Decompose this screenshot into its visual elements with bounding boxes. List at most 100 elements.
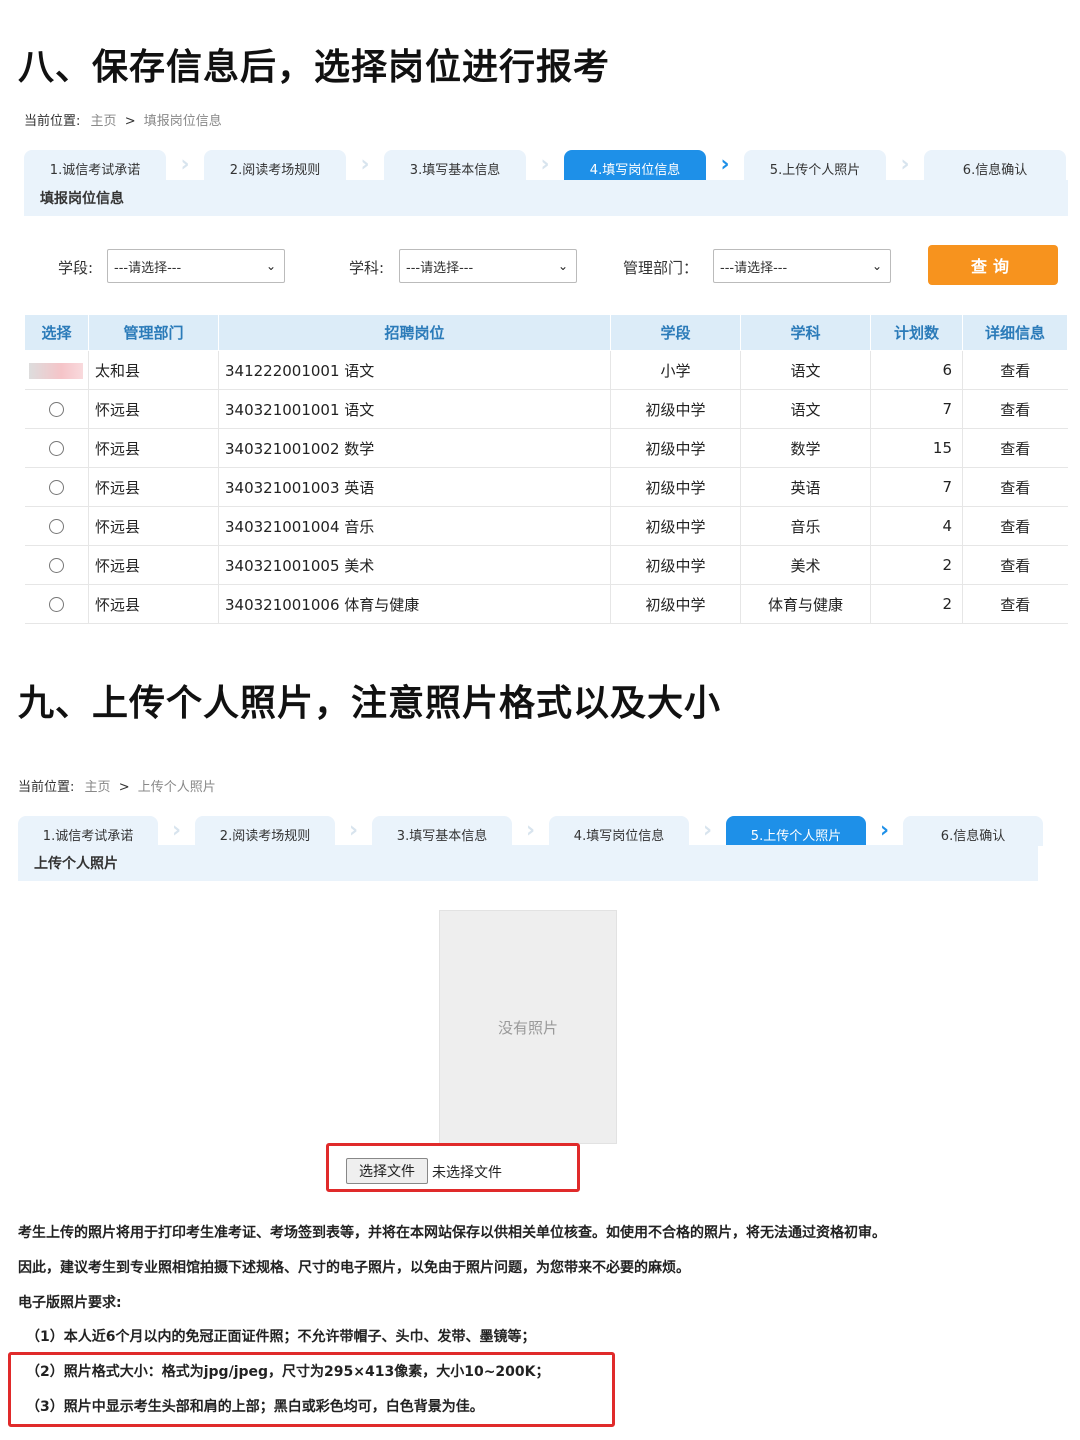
view-detail-link[interactable]: 查看 xyxy=(962,545,1068,585)
stage-select[interactable]: ---请选择--- ⌄ xyxy=(107,249,285,283)
breadcrumb-separator: > xyxy=(118,780,130,795)
panel-title: 上传个人照片 xyxy=(34,856,118,872)
position-cell: 340321001004 音乐 xyxy=(218,506,611,546)
requirements-highlight xyxy=(8,1352,615,1427)
table-header-row: 选择 管理部门 招聘岗位 学段 学科 计划数 详细信息 xyxy=(24,314,1068,351)
header-detail: 详细信息 xyxy=(962,314,1068,351)
subject-select-value: ---请选择--- xyxy=(406,260,474,276)
photo-preview: 没有照片 xyxy=(439,910,617,1144)
subject-label: 学科: xyxy=(349,259,385,277)
chevron-right-icon: › xyxy=(525,818,536,843)
header-select: 选择 xyxy=(24,314,89,351)
step-tab-4[interactable]: 4.填写岗位信息 xyxy=(549,816,689,846)
plan-count-cell: 15 xyxy=(870,428,963,468)
breadcrumb-label: 当前位置: xyxy=(18,780,75,795)
step-tab-3[interactable]: 3.填写基本信息 xyxy=(384,150,526,180)
breadcrumb-current: 填报岗位信息 xyxy=(143,114,222,129)
position-cell: 340321001005 美术 xyxy=(218,545,611,585)
view-detail-link[interactable]: 查看 xyxy=(962,584,1068,624)
step-tab-2[interactable]: 2.阅读考场规则 xyxy=(195,816,335,846)
chevron-down-icon: ⌄ xyxy=(265,259,276,273)
select-cell xyxy=(24,545,89,585)
subject-cell: 语文 xyxy=(740,389,871,429)
plan-count-cell: 7 xyxy=(870,467,963,507)
dept-cell: 怀远县 xyxy=(88,545,219,585)
chevron-right-icon: › xyxy=(348,818,359,843)
dept-cell: 怀远县 xyxy=(88,467,219,507)
row-radio[interactable] xyxy=(48,402,64,417)
choose-file-button[interactable]: 选择文件 xyxy=(346,1158,428,1184)
select-cell xyxy=(24,428,89,468)
view-detail-link[interactable]: 查看 xyxy=(962,350,1068,390)
requirement-1: （1）本人近6个月以内的免冠正面证件照；不允许带帽子、头巾、发带、墨镜等； xyxy=(26,1329,536,1345)
chevron-right-icon: › xyxy=(879,818,890,843)
step-nav: 1.诚信考试承诺 › 2.阅读考场规则 › 3.填写基本信息 › 4.填写岗位信息 › 5.上传… xyxy=(18,816,1043,846)
filter-bar: 学段: ---请选择--- ⌄ 学科: ---请选择--- ⌄ 管理部门： --… xyxy=(0,245,1080,287)
section9-heading: 九、上传个人照片，注意照片格式以及大小 xyxy=(18,683,722,724)
plan-count-cell: 2 xyxy=(870,545,963,585)
requirements-title: 电子版照片要求: xyxy=(18,1295,122,1311)
row-radio[interactable] xyxy=(48,519,64,534)
breadcrumb: 当前位置: 主页 > 填报岗位信息 xyxy=(24,110,222,129)
table-row: 怀远县 340321001006 体育与健康 初级中学 体育与健康 2 查看 xyxy=(24,584,1068,624)
dept-cell: 怀远县 xyxy=(88,428,219,468)
step-tab-6[interactable]: 6.信息确认 xyxy=(924,150,1066,180)
select-cell xyxy=(24,389,89,429)
view-detail-link[interactable]: 查看 xyxy=(962,506,1068,546)
table-row: 怀远县 340321001004 音乐 初级中学 音乐 4 查看 xyxy=(24,506,1068,546)
view-detail-link[interactable]: 查看 xyxy=(962,467,1068,507)
position-cell: 340321001006 体育与健康 xyxy=(218,584,611,624)
stage-cell: 初级中学 xyxy=(610,584,741,624)
chevron-right-icon: › xyxy=(360,152,370,177)
step-tab-3[interactable]: 3.填写基本信息 xyxy=(372,816,512,846)
step-tab-1[interactable]: 1.诚信考试承诺 xyxy=(18,816,158,846)
step-tab-5[interactable]: 5.上传个人照片 xyxy=(744,150,886,180)
table-row: 太和县 341222001001 语文 小学 语文 6 查看 xyxy=(24,350,1068,390)
positions-table: 选择 管理部门 招聘岗位 学段 学科 计划数 详细信息 太和县 341222001… xyxy=(24,314,1068,624)
breadcrumb-home-link[interactable]: 主页 xyxy=(91,114,117,129)
plan-count-cell: 6 xyxy=(870,350,963,390)
stage-cell: 初级中学 xyxy=(610,428,741,468)
step-tab-5[interactable]: 5.上传个人照片 xyxy=(726,816,866,846)
row-radio[interactable] xyxy=(48,441,64,456)
step-tab-6[interactable]: 6.信息确认 xyxy=(903,816,1043,846)
step-tab-1[interactable]: 1.诚信考试承诺 xyxy=(24,150,166,180)
chevron-right-icon: › xyxy=(540,152,550,177)
step-nav: 1.诚信考试承诺 › 2.阅读考场规则 › 3.填写基本信息 › 4.填写岗位信息 › 5.上传… xyxy=(24,150,1066,180)
view-detail-link[interactable]: 查看 xyxy=(962,428,1068,468)
step-tab-4[interactable]: 4.填写岗位信息 xyxy=(564,150,706,180)
plan-count-cell: 7 xyxy=(870,389,963,429)
row-radio[interactable] xyxy=(48,597,64,612)
blurred-radio[interactable] xyxy=(29,362,84,379)
position-cell: 340321001002 数学 xyxy=(218,428,611,468)
subject-select[interactable]: ---请选择--- ⌄ xyxy=(399,249,577,283)
photo-placeholder-text: 没有照片 xyxy=(497,1018,558,1037)
breadcrumb-home-link[interactable]: 主页 xyxy=(85,780,111,795)
panel-title: 填报岗位信息 xyxy=(40,191,124,207)
plan-count-cell: 2 xyxy=(870,584,963,624)
stage-cell: 初级中学 xyxy=(610,467,741,507)
subject-cell: 美术 xyxy=(740,545,871,585)
header-dept: 管理部门 xyxy=(88,314,219,351)
breadcrumb-current: 上传个人照片 xyxy=(137,780,216,795)
step-tab-2[interactable]: 2.阅读考场规则 xyxy=(204,150,346,180)
chevron-right-icon: › xyxy=(171,818,182,843)
row-radio[interactable] xyxy=(48,558,64,573)
dept-select[interactable]: ---请选择--- ⌄ xyxy=(713,249,891,283)
stage-cell: 小学 xyxy=(610,350,741,390)
breadcrumb-label: 当前位置: xyxy=(24,114,81,129)
query-button[interactable]: 查询 xyxy=(928,245,1058,285)
section8-heading: 八、保存信息后，选择岗位进行报考 xyxy=(18,47,611,88)
position-cell: 340321001001 语文 xyxy=(218,389,611,429)
view-detail-link[interactable]: 查看 xyxy=(962,389,1068,429)
chevron-right-icon: › xyxy=(702,818,713,843)
select-cell xyxy=(24,467,89,507)
chevron-right-icon: › xyxy=(180,152,190,177)
table-row: 怀远县 340321001003 英语 初级中学 英语 7 查看 xyxy=(24,467,1068,507)
row-radio[interactable] xyxy=(48,480,64,495)
dept-cell: 太和县 xyxy=(88,350,219,390)
note-line-1: 考生上传的照片将用于打印考生准考证、考场签到表等，并将在本网站保存以供相关单位核… xyxy=(18,1225,886,1241)
dept-cell: 怀远县 xyxy=(88,584,219,624)
table-row: 怀远县 340321001005 美术 初级中学 美术 2 查看 xyxy=(24,545,1068,585)
panel-title-bar: 上传个人照片 xyxy=(18,845,1038,881)
